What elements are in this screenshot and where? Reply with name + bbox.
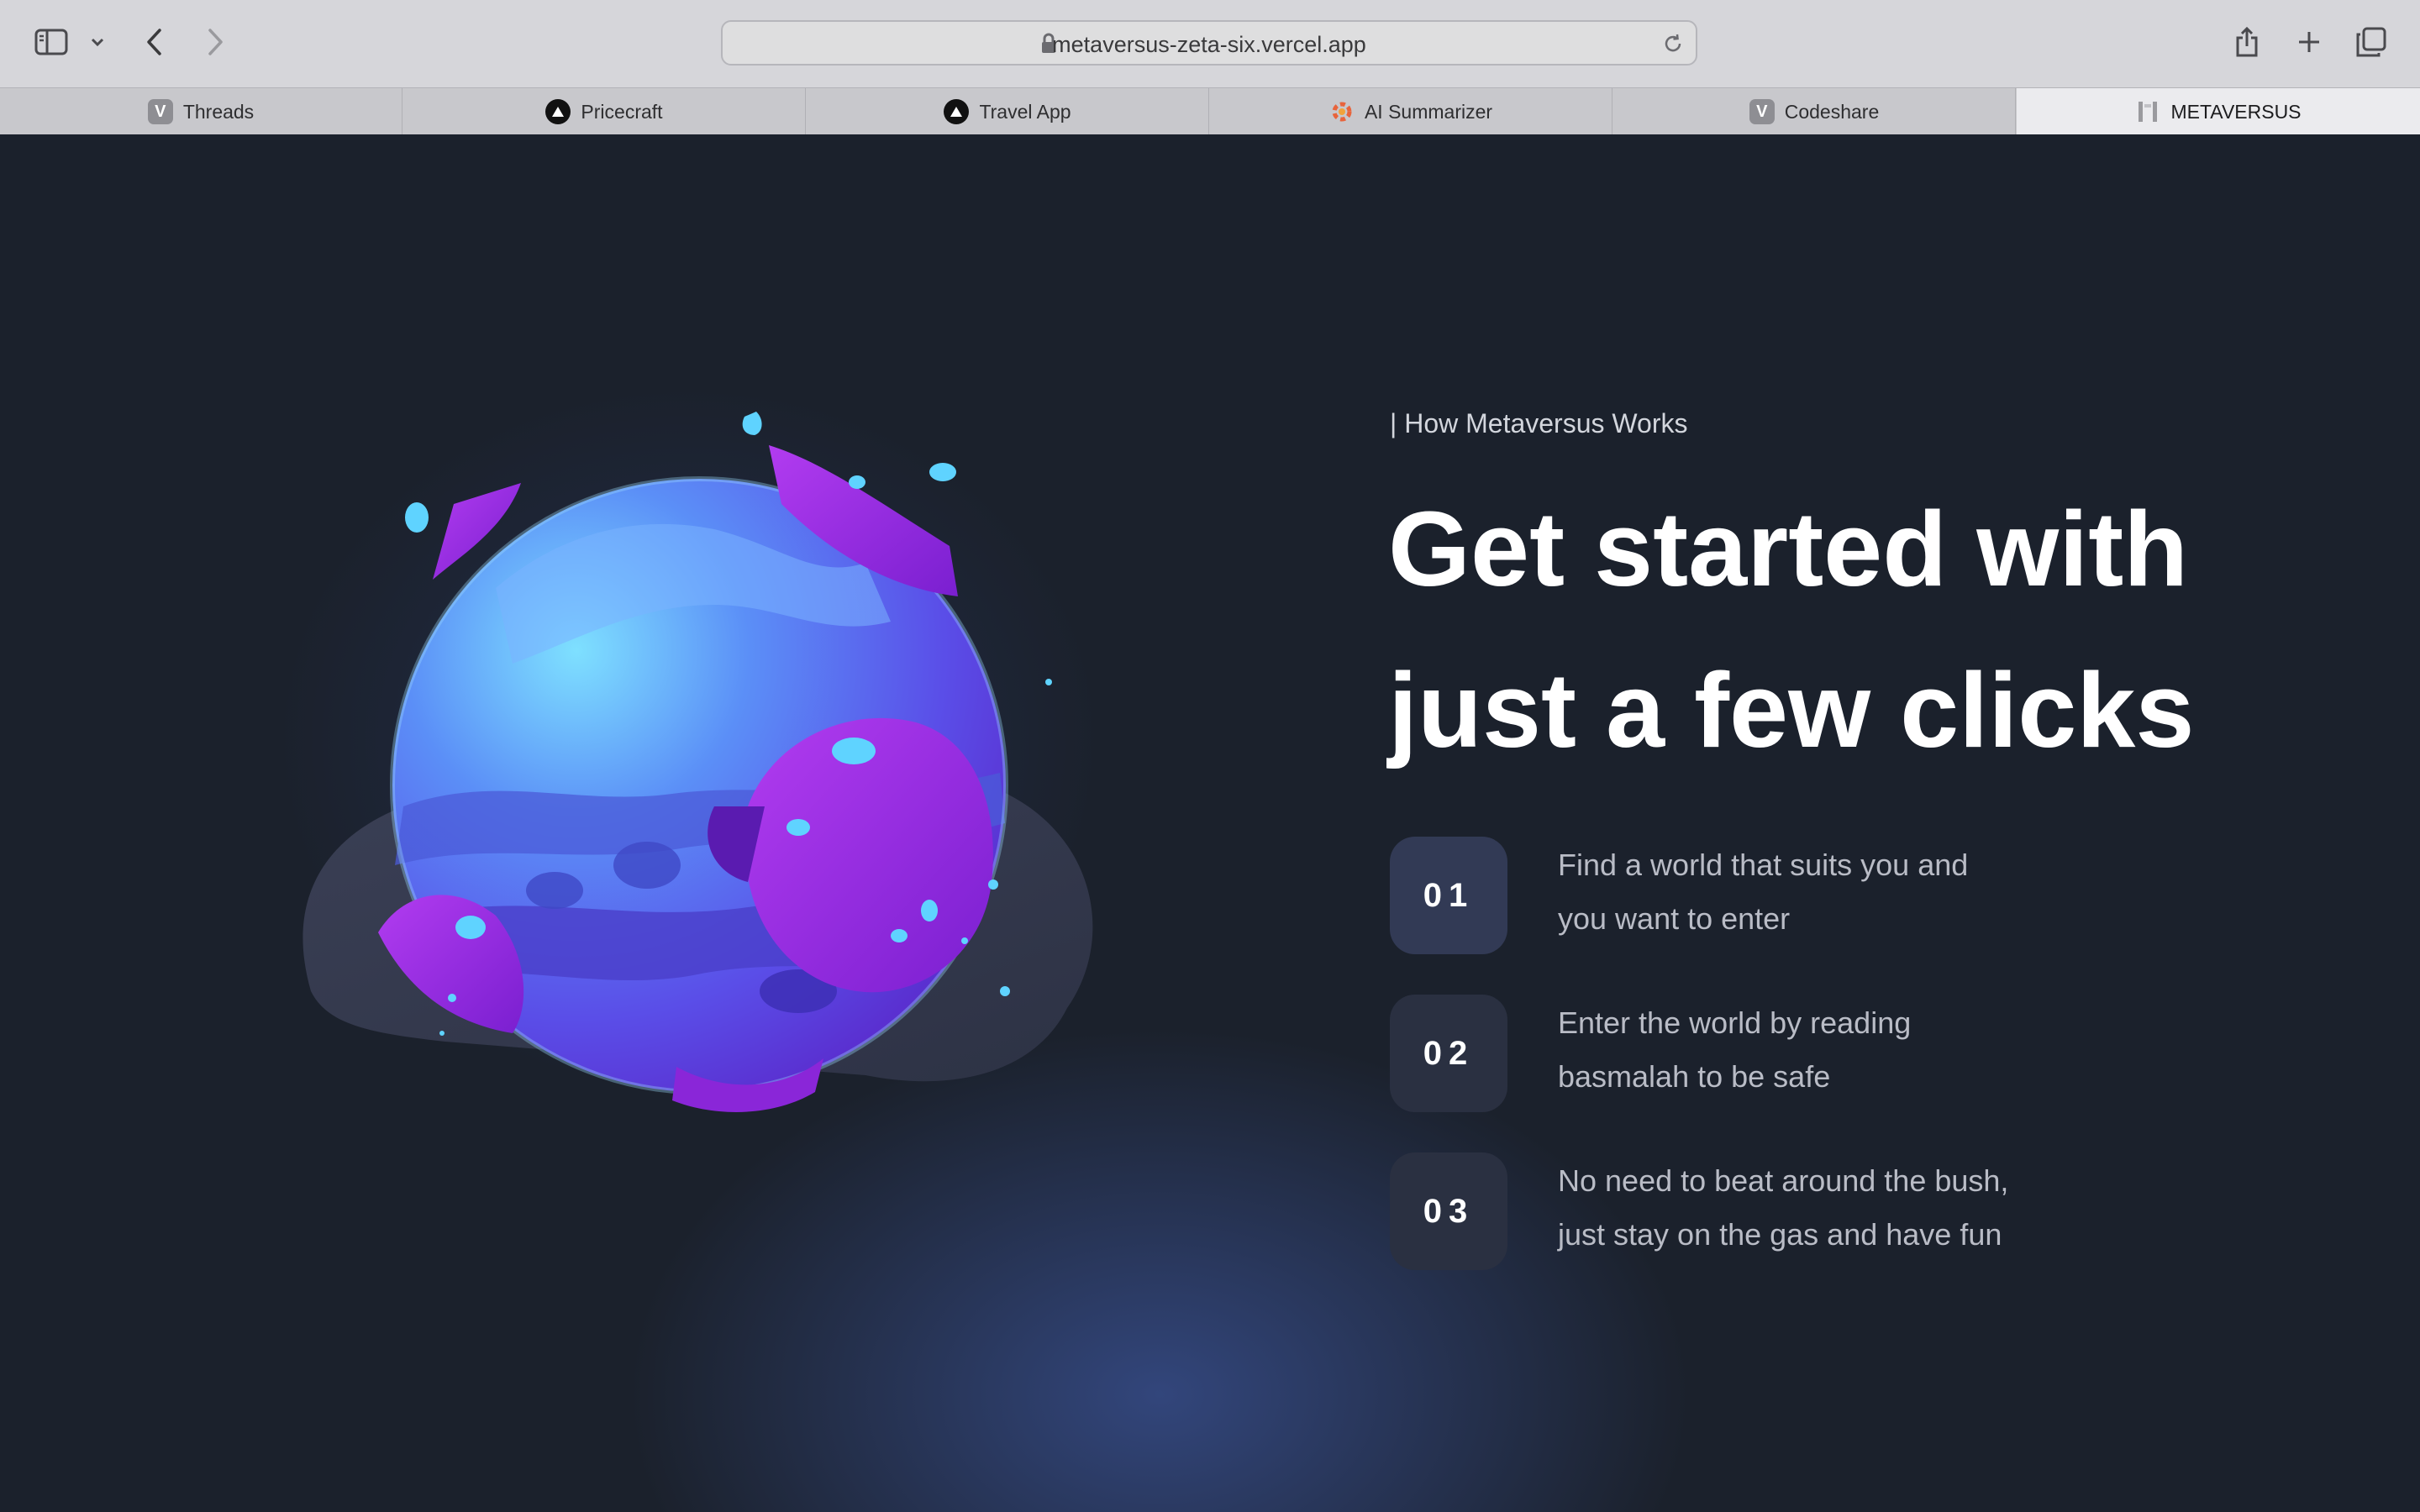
- share-icon[interactable]: [2230, 22, 2264, 62]
- tab-label: AI Summarizer: [1364, 100, 1493, 123]
- new-tab-icon[interactable]: [2292, 25, 2326, 59]
- step-line-1: Enter the world by reading: [1558, 1005, 1912, 1040]
- tab-pricecraft[interactable]: Pricecraft: [403, 88, 806, 135]
- step-description: Enter the world by reading basmalah to b…: [1558, 996, 2079, 1104]
- forward-icon[interactable]: [200, 24, 230, 60]
- reload-icon[interactable]: [1662, 33, 1684, 59]
- triangle-favicon-icon: [944, 99, 970, 124]
- triangle-favicon-icon: [545, 99, 571, 124]
- ai-summarizer-favicon-icon: [1329, 99, 1355, 124]
- tab-threads[interactable]: V Threads: [0, 88, 402, 135]
- tab-label: Travel App: [979, 100, 1071, 123]
- tab-travel-app[interactable]: Travel App: [807, 88, 1209, 135]
- headline-line-2: just a few clicks: [1388, 651, 2195, 769]
- step-line-2: you want to enter: [1558, 901, 1791, 936]
- step-description: No need to beat around the bush, just st…: [1558, 1154, 2079, 1262]
- tab-bar: V Threads Pricecraft Travel App AI Summa…: [0, 87, 2420, 135]
- step-line-2: basmalah to be safe: [1558, 1059, 1831, 1094]
- chevron-down-icon[interactable]: [87, 32, 108, 52]
- browser-toolbar: metaversus-zeta-six.vercel.app: [0, 0, 2420, 87]
- step-02: 02 Enter the world by reading basmalah t…: [1390, 995, 2314, 1112]
- headline-line-1: Get started with: [1388, 490, 2189, 608]
- how-it-works-section: | How Metaversus Works Get started with …: [0, 134, 2420, 1512]
- tab-ai-summarizer[interactable]: AI Summarizer: [1210, 88, 1612, 135]
- address-bar[interactable]: metaversus-zeta-six.vercel.app: [721, 20, 1697, 66]
- back-icon[interactable]: [139, 24, 170, 60]
- url-text: metaversus-zeta-six.vercel.app: [1052, 32, 1366, 57]
- step-number-badge: 03: [1390, 1152, 1507, 1270]
- step-number-badge: 01: [1390, 837, 1507, 954]
- tab-overview-icon[interactable]: [2353, 24, 2390, 60]
- planet-illustration: [277, 336, 1118, 1176]
- step-01: 01 Find a world that suits you and you w…: [1390, 837, 2314, 954]
- step-number-badge: 02: [1390, 995, 1507, 1112]
- tab-label: Threads: [182, 100, 255, 123]
- section-eyebrow: | How Metaversus Works: [1390, 408, 1688, 438]
- v-favicon-icon: V: [1749, 99, 1775, 124]
- tab-metaversus[interactable]: METAVERSUS: [2017, 88, 2420, 135]
- step-line-1: Find a world that suits you and: [1558, 848, 1969, 882]
- step-description: Find a world that suits you and you want…: [1558, 838, 2079, 946]
- tab-label: Pricecraft: [581, 100, 663, 123]
- step-03: 03 No need to beat around the bush, just…: [1390, 1152, 2314, 1270]
- sidebar-toggle-icon[interactable]: [32, 25, 71, 59]
- step-line-1: No need to beat around the bush,: [1558, 1163, 2009, 1198]
- tab-codeshare[interactable]: V Codeshare: [1613, 88, 2016, 135]
- tab-label: Codeshare: [1784, 100, 1880, 123]
- v-favicon-icon: V: [147, 99, 173, 124]
- section-headline: Get started with just a few clicks: [1388, 469, 2380, 791]
- step-line-2: just stay on the gas and have fun: [1558, 1217, 2002, 1252]
- metaversus-favicon-icon: [2135, 99, 2160, 124]
- tab-label: METAVERSUS: [2170, 100, 2302, 123]
